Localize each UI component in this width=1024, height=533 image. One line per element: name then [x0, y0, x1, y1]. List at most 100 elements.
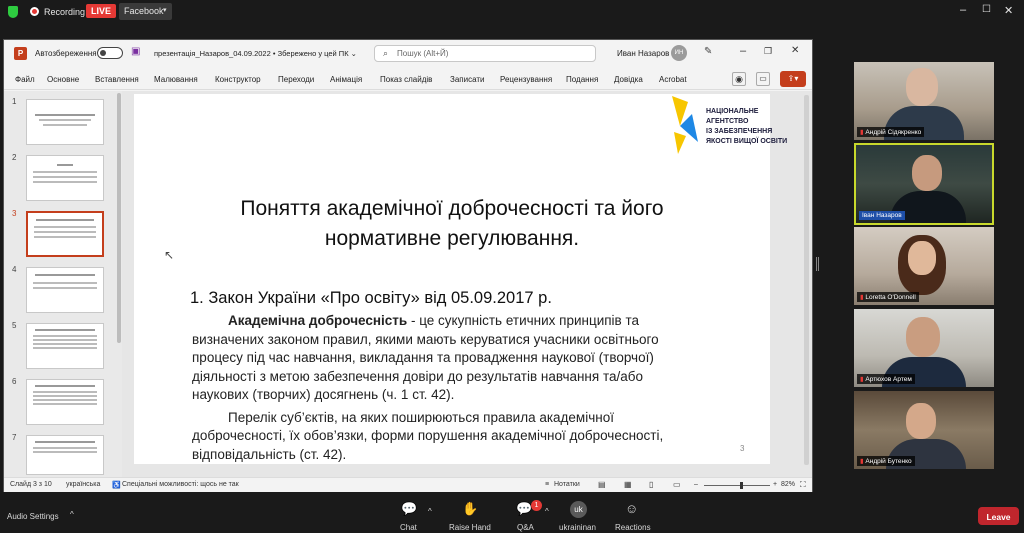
self-profile-button[interactable]: uk ukraininan [557, 497, 601, 533]
chevron-up-icon[interactable]: ^ [545, 507, 549, 516]
logo-text-line: ІЗ ЗАБЕЗПЕЧЕННЯ [706, 128, 773, 135]
autosave-toggle[interactable] [97, 47, 123, 59]
toggle-knob [100, 50, 106, 56]
participant-name: Андрій Сідякренко [865, 129, 922, 136]
leave-label: Leave [986, 512, 1011, 522]
participant-head [906, 317, 940, 357]
menu-design[interactable]: Конструктор [215, 75, 261, 84]
zoom-level[interactable]: 82% [781, 481, 795, 488]
slide-title-line: нормативне регулювання. [324, 227, 580, 250]
participant-name-label: ▮ Артюхов Артем [857, 374, 915, 384]
slide-sorter-icon[interactable]: ▦ [624, 480, 632, 489]
share-button[interactable]: ⇪▾ [780, 71, 806, 87]
term-bold: Академічна доброчесність [228, 313, 408, 328]
language-indicator[interactable]: українська [66, 481, 100, 488]
window-controls: – ☐ ✕ [960, 4, 1020, 20]
zoom-out-icon[interactable]: – [694, 481, 698, 488]
live-badge[interactable]: LIVE [86, 4, 117, 18]
logo-text-line: АГЕНТСТВО [706, 118, 749, 125]
slide-canvas[interactable]: НАЦІОНАЛЬНЕ АГЕНТСТВО ІЗ ЗАБЕЗПЕЧЕННЯ ЯК… [134, 94, 787, 464]
document-title[interactable]: презентація_Назаров_04.09.2022 • Збереже… [154, 49, 357, 58]
close-icon[interactable]: ✕ [791, 45, 799, 56]
notes-icon: ≡ [545, 481, 550, 488]
slide-thumbnail-1[interactable] [26, 99, 104, 145]
participant-mic-icon: ▮ [860, 294, 864, 301]
save-icon[interactable]: ▣ [131, 46, 140, 57]
menu-help[interactable]: Довідка [614, 75, 643, 84]
menu-slideshow[interactable]: Показ слайдів [380, 75, 432, 84]
minimize-icon[interactable]: – [960, 4, 966, 16]
menu-insert[interactable]: Вставлення [95, 75, 139, 84]
pen-icon[interactable]: ✎ [704, 46, 712, 57]
participant-name: Loretta O'Donnell [865, 294, 916, 301]
minimize-icon[interactable]: – [740, 45, 746, 57]
participant-head [906, 68, 938, 106]
reactions-button[interactable]: ☺ Reactions [613, 497, 653, 533]
zoom-slider-thumb[interactable] [740, 482, 743, 489]
notes-button[interactable]: Нотатки [554, 481, 580, 488]
body-line: наукових (творчих) досягнень (ч. 1 ст. 4… [192, 387, 455, 402]
slide-thumbnail-2[interactable] [26, 155, 104, 201]
reading-view-icon[interactable]: ▯ [649, 480, 653, 489]
chat-button[interactable]: 💬 Chat [396, 497, 426, 533]
comments-icon[interactable]: ▭ [756, 72, 770, 86]
chevron-up-icon[interactable]: ^ [428, 507, 432, 516]
participant-mic-icon: ▮ [860, 458, 864, 465]
thumbnail-scrollbar[interactable] [117, 93, 121, 343]
ppt-title-bar: P Автозбереження ▣ презентація_Назаров_0… [4, 40, 812, 68]
accessibility-icon: ♿ [112, 482, 121, 489]
ppt-status-bar: Слайд 3 з 10 українська ♿ Спеціальні мож… [4, 477, 812, 492]
gallery-splitter-handle[interactable] [816, 257, 819, 271]
thumb-number: 5 [12, 321, 17, 330]
audio-settings-button[interactable]: Audio Settings [7, 512, 59, 521]
raise-hand-button[interactable]: ✋ Raise Hand [447, 497, 493, 533]
normal-view-icon[interactable]: ▤ [598, 480, 606, 489]
menu-transitions[interactable]: Переходи [278, 75, 314, 84]
fit-slide-icon[interactable]: ⛶ [800, 480, 806, 490]
zoom-in-icon[interactable]: + [773, 481, 777, 488]
menu-file[interactable]: Файл [15, 75, 35, 84]
participant-video-tile[interactable]: ▮ Андрій Бутенко [854, 391, 994, 469]
ribbon-menu: Файл Основне Вставлення Малювання Констр… [4, 68, 812, 90]
qa-button[interactable]: 💬 1 Q&A [513, 497, 543, 533]
slide-thumbnail-5[interactable] [26, 323, 104, 369]
participant-video-tile[interactable]: ▮ Андрій Сідякренко [854, 62, 994, 140]
slideshow-icon[interactable]: ▭ [673, 480, 681, 489]
platform-dropdown[interactable]: Facebook ▾ [119, 3, 172, 20]
restore-icon[interactable]: ❐ [764, 46, 772, 57]
avatar[interactable]: ИН [671, 45, 687, 61]
menu-review[interactable]: Рецензування [500, 75, 552, 84]
participant-mic-icon: ▮ [860, 129, 864, 136]
menu-acrobat[interactable]: Acrobat [659, 75, 687, 84]
accessibility-status[interactable]: Спеціальні можливості: щось не так [122, 481, 239, 488]
leave-button[interactable]: Leave [978, 507, 1019, 525]
body-line: відповідальність (ст. 42). [192, 446, 347, 462]
zoom-slider[interactable] [704, 482, 770, 489]
user-name[interactable]: Иван Назаров [617, 49, 669, 58]
chevron-up-icon[interactable]: ^ [70, 510, 74, 519]
search-input[interactable]: ⌕ Пошук (Alt+Й) [374, 45, 596, 62]
menu-animations[interactable]: Анімація [330, 75, 362, 84]
menu-home[interactable]: Основне [47, 75, 79, 84]
thumb-number: 2 [12, 153, 17, 162]
slide-page-number: 3 [740, 444, 745, 453]
participant-video-tile[interactable]: ▮ Артюхов Артем [854, 309, 994, 387]
menu-view[interactable]: Подання [566, 75, 598, 84]
slide-thumbnails-panel: 1 2 3 4 5 6 7 [4, 91, 122, 477]
slide-body: Академічна доброчесність - це сукупність… [192, 312, 752, 464]
close-icon[interactable]: ✕ [1004, 4, 1013, 17]
slide-thumbnail-3-selected[interactable] [26, 211, 104, 257]
participant-video-tile-active-speaker[interactable]: Іван Назаров [854, 143, 994, 225]
slide-thumbnail-7[interactable] [26, 435, 104, 475]
slide-thumbnail-4[interactable] [26, 267, 104, 313]
maximize-icon[interactable]: ☐ [982, 4, 991, 15]
slide-thumbnail-6[interactable] [26, 379, 104, 425]
participant-video-tile[interactable]: ▮ Loretta O'Donnell [854, 227, 994, 305]
editor-scrollbar[interactable] [804, 95, 809, 465]
mouse-cursor-icon: ↖ [164, 248, 175, 262]
menu-record[interactable]: Записати [450, 75, 485, 84]
shield-icon [8, 6, 18, 18]
record-button[interactable]: ◉ [732, 72, 746, 86]
qa-label: Q&A [517, 523, 534, 532]
menu-draw[interactable]: Малювання [154, 75, 198, 84]
